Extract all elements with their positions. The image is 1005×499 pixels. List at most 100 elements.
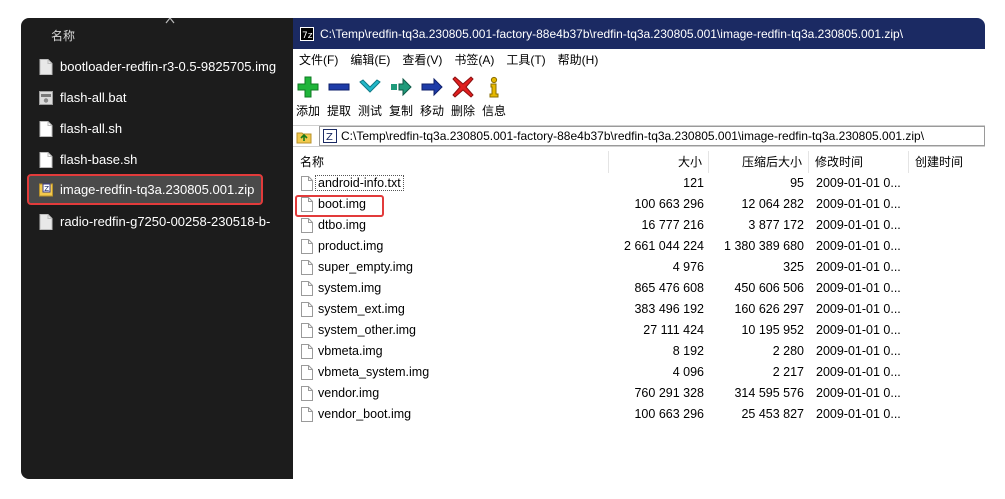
add-label: 添加 [295,104,320,118]
copy-button[interactable]: 复制 [386,73,416,119]
column-header-modified[interactable]: 修改时间 [809,151,909,173]
file-size: 100 663 296 [634,197,704,211]
folder-up-icon[interactable] [296,128,312,144]
extract-button[interactable]: 提取 [324,73,354,119]
file-list: 名称 大小 压缩后大小 修改时间 创建时间 android-info.txt 12… [293,151,985,479]
file-modified: 2009-01-01 0... [816,197,901,211]
file-list-header: 名称 大小 压缩后大小 修改时间 创建时间 [293,151,985,173]
menu-view[interactable]: 查看(V) [402,51,442,68]
file-row[interactable]: vendor.img 760 291 328 314 595 576 2009-01-… [293,383,985,404]
file-row[interactable]: dtbo.img 16 777 216 3 877 172 2009-01-01 0.… [293,215,985,236]
file-icon [39,151,53,168]
file-name: product.img [318,239,384,253]
file-size: 383 496 192 [634,302,704,316]
file-name: system_ext.img [318,302,405,316]
file-name: boot.img [318,197,366,211]
path-input[interactable]: Z C:\Temp\redfin-tq3a.230805.001-factory… [319,126,985,146]
column-header-created[interactable]: 创建时间 [909,151,985,173]
menu-tools[interactable]: 工具(T) [506,51,545,68]
explorer-item[interactable]: flash-base.sh [29,146,291,173]
add-button[interactable]: 添加 [293,73,323,119]
file-name: vendor_boot.img [318,407,412,421]
move-arrow-icon [421,77,443,97]
explorer-item-label: image-redfin-tq3a.230805.001.zip [60,182,255,197]
file-row[interactable]: product.img 2 661 044 224 1 380 389 680 200… [293,236,985,257]
file-row[interactable]: vbmeta.img 8 192 2 280 2009-01-01 0... [293,341,985,362]
file-packed-size: 3 877 172 [748,218,804,232]
file-name: dtbo.img [318,218,366,232]
title-bar[interactable]: 7z C:\Temp\redfin-tq3a.230805.001-factor… [293,18,985,49]
file-size: 27 111 424 [643,323,704,337]
info-button[interactable]: 信息 [479,73,509,119]
file-row[interactable]: android-info.txt 121 95 2009-01-01 0... [293,173,985,194]
minus-icon [328,83,350,91]
explorer-item[interactable]: radio-redfin-g7250-00258-230518-b- [29,208,291,235]
file-size: 760 291 328 [634,386,704,400]
explorer-column-header[interactable]: 名称 [21,18,293,50]
file-packed-size: 325 [783,260,804,274]
menu-bookmarks[interactable]: 书签(A) [454,51,494,68]
file-icon [301,239,313,254]
file-icon [301,281,313,296]
file-icon [301,218,313,233]
delete-label: 删除 [450,104,475,118]
file-modified: 2009-01-01 0... [816,323,901,337]
column-header-size[interactable]: 大小 [609,151,709,173]
test-label: 测试 [357,104,382,118]
move-button[interactable]: 移动 [417,73,447,119]
file-row[interactable]: super_empty.img 4 976 325 2009-01-01 0... [293,257,985,278]
file-size: 16 777 216 [641,218,704,232]
explorer-item-label: flash-all.sh [60,121,123,136]
explorer-item-selected[interactable]: Z image-redfin-tq3a.230805.001.zip [27,174,263,205]
explorer-item[interactable]: bootloader-redfin-r3-0.5-9825705.img [29,53,291,80]
file-modified: 2009-01-01 0... [816,176,901,190]
file-row[interactable]: vendor_boot.img 100 663 296 25 453 827 2009… [293,404,985,425]
window-title: C:\Temp\redfin-tq3a.230805.001-factory-8… [320,26,904,41]
zip-archive-icon: Z [323,129,337,143]
file-packed-size: 2 217 [772,365,804,379]
file-packed-size: 314 595 576 [734,386,804,400]
file-name: system_other.img [318,323,416,337]
menu-help[interactable]: 帮助(H) [558,51,599,68]
file-row[interactable]: boot.img 100 663 296 12 064 282 2009-01-01 … [293,194,985,215]
column-header-name[interactable]: 名称 [293,151,609,173]
path-text: C:\Temp\redfin-tq3a.230805.001-factory-8… [341,129,925,143]
svg-text:Z: Z [44,185,49,193]
file-row[interactable]: vbmeta_system.img 4 096 2 217 2009-01-01 0.… [293,362,985,383]
file-modified: 2009-01-01 0... [816,302,901,316]
file-modified: 2009-01-01 0... [816,407,901,421]
column-header-packed-size[interactable]: 压缩后大小 [709,151,809,173]
delete-button[interactable]: 删除 [448,73,478,119]
file-modified: 2009-01-01 0... [816,281,901,295]
file-icon [301,365,313,380]
file-modified: 2009-01-01 0... [816,344,901,358]
zip-archive-icon: Z [39,183,53,196]
explorer-item[interactable]: flash-all.sh [29,115,291,142]
address-bar: Z C:\Temp\redfin-tq3a.230805.001-factory… [293,125,985,147]
file-packed-size: 450 606 506 [734,281,804,295]
7zip-window: 7z C:\Temp\redfin-tq3a.230805.001-factor… [293,18,985,479]
file-name: system.img [318,281,382,295]
delete-x-icon [452,76,474,98]
explorer-pane: 名称 bootloader-redfin-r3-0.5-9825705.img … [21,18,293,479]
file-icon [301,176,313,191]
menu-file[interactable]: 文件(F) [299,51,338,68]
file-packed-size: 10 195 952 [741,323,804,337]
file-row[interactable]: system_other.img 27 111 424 10 195 952 2009… [293,320,985,341]
menu-edit[interactable]: 编辑(E) [350,51,390,68]
toolbar: 添加 提取 测试 复制 移动 删除 信息 [293,73,985,119]
info-label: 信息 [481,104,506,118]
test-button[interactable]: 测试 [355,73,385,119]
file-size: 4 976 [672,260,704,274]
explorer-item-label: flash-base.sh [60,152,138,167]
file-name: vbmeta.img [318,344,383,358]
file-row[interactable]: system.img 865 476 608 450 606 506 2009-01-… [293,278,985,299]
explorer-item[interactable]: flash-all.bat [29,84,291,111]
file-row[interactable]: system_ext.img 383 496 192 160 626 297 2009… [293,299,985,320]
svg-text:7z: 7z [302,31,313,41]
file-name: vendor.img [318,386,380,400]
file-packed-size: 160 626 297 [734,302,804,316]
file-size: 121 [683,176,704,190]
copy-label: 复制 [388,104,413,118]
file-modified: 2009-01-01 0... [816,260,901,274]
